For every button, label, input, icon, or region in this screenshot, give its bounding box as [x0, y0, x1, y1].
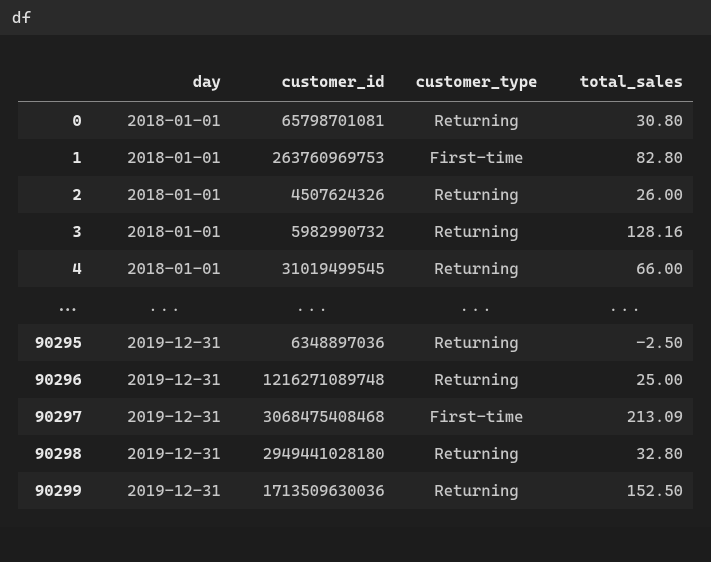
cell-total-sales: 26.00	[558, 176, 693, 213]
col-header-total-sales: total_sales	[558, 63, 693, 102]
cell-customer-type: Returning	[395, 102, 559, 140]
cell-customer-type: Returning	[395, 435, 559, 472]
table-row: 90296 2019-12-31 1216271089748 Returning…	[18, 361, 693, 398]
cell-customer-type: Returning	[395, 176, 559, 213]
cell-day: 2018-01-01	[100, 250, 231, 287]
cell-total-sales: 152.50	[558, 472, 693, 509]
cell-index: 2	[18, 176, 100, 213]
table-body: 0 2018-01-01 65798701081 Returning 30.80…	[18, 102, 693, 510]
cell-total-sales: 32.80	[558, 435, 693, 472]
cell-customer-id: 1713509630036	[231, 472, 395, 509]
cell-customer-id: 3068475408468	[231, 398, 395, 435]
cell-customer-type: Returning	[395, 213, 559, 250]
cell-total-sales: -2.50	[558, 324, 693, 361]
cell-customer-id: 1216271089748	[231, 361, 395, 398]
output-area: day customer_id customer_type total_sale…	[0, 35, 711, 527]
cell-index: 0	[18, 102, 100, 140]
table-row: 4 2018-01-01 31019499545 Returning 66.00	[18, 250, 693, 287]
col-header-customer-id: customer_id	[231, 63, 395, 102]
cell-day: 2018-01-01	[100, 102, 231, 140]
cell-index: 90299	[18, 472, 100, 509]
cell-customer-id: 31019499545	[231, 250, 395, 287]
col-header-customer-type: customer_type	[395, 63, 559, 102]
cell-index: 90295	[18, 324, 100, 361]
cell-customer-id: 4507624326	[231, 176, 395, 213]
ellipsis-cell: ...	[100, 287, 231, 324]
cell-day: 2019-12-31	[100, 324, 231, 361]
cell-customer-type: Returning	[395, 250, 559, 287]
ellipsis-cell: ...	[558, 287, 693, 324]
cell-day: 2019-12-31	[100, 435, 231, 472]
cell-index: 4	[18, 250, 100, 287]
cell-customer-id: 5982990732	[231, 213, 395, 250]
table-row: 90297 2019-12-31 3068475408468 First-tim…	[18, 398, 693, 435]
cell-day: 2018-01-01	[100, 176, 231, 213]
cell-total-sales: 30.80	[558, 102, 693, 140]
cell-customer-type: First-time	[395, 139, 559, 176]
dataframe-table: day customer_id customer_type total_sale…	[18, 63, 693, 509]
cell-index: 1	[18, 139, 100, 176]
cell-index: 90298	[18, 435, 100, 472]
cell-customer-type: Returning	[395, 472, 559, 509]
cell-index: 90296	[18, 361, 100, 398]
table-row: 1 2018-01-01 263760969753 First-time 82.…	[18, 139, 693, 176]
cell-day: 2019-12-31	[100, 398, 231, 435]
header-row: day customer_id customer_type total_sale…	[18, 63, 693, 102]
ellipsis-cell: ...	[18, 287, 100, 324]
cell-index: 3	[18, 213, 100, 250]
col-header-index	[18, 63, 100, 102]
cell-customer-type: First-time	[395, 398, 559, 435]
cell-customer-id: 6348897036	[231, 324, 395, 361]
code-input-cell[interactable]: df	[0, 0, 711, 35]
table-row: 90298 2019-12-31 2949441028180 Returning…	[18, 435, 693, 472]
cell-day: 2018-01-01	[100, 213, 231, 250]
ellipsis-cell: ...	[231, 287, 395, 324]
table-row: 90295 2019-12-31 6348897036 Returning -2…	[18, 324, 693, 361]
cell-total-sales: 82.80	[558, 139, 693, 176]
cell-total-sales: 128.16	[558, 213, 693, 250]
ellipsis-row: ... ... ... ... ...	[18, 287, 693, 324]
table-row: 90299 2019-12-31 1713509630036 Returning…	[18, 472, 693, 509]
cell-customer-id: 263760969753	[231, 139, 395, 176]
code-text: df	[12, 8, 32, 27]
cell-index: 90297	[18, 398, 100, 435]
cell-customer-id: 65798701081	[231, 102, 395, 140]
cell-customer-type: Returning	[395, 324, 559, 361]
table-row: 2 2018-01-01 4507624326 Returning 26.00	[18, 176, 693, 213]
cell-total-sales: 66.00	[558, 250, 693, 287]
cell-total-sales: 25.00	[558, 361, 693, 398]
table-row: 3 2018-01-01 5982990732 Returning 128.16	[18, 213, 693, 250]
table-row: 0 2018-01-01 65798701081 Returning 30.80	[18, 102, 693, 140]
cell-day: 2019-12-31	[100, 472, 231, 509]
cell-customer-type: Returning	[395, 361, 559, 398]
cell-day: 2018-01-01	[100, 139, 231, 176]
cell-total-sales: 213.09	[558, 398, 693, 435]
cell-customer-id: 2949441028180	[231, 435, 395, 472]
ellipsis-cell: ...	[395, 287, 559, 324]
cell-day: 2019-12-31	[100, 361, 231, 398]
col-header-day: day	[100, 63, 231, 102]
